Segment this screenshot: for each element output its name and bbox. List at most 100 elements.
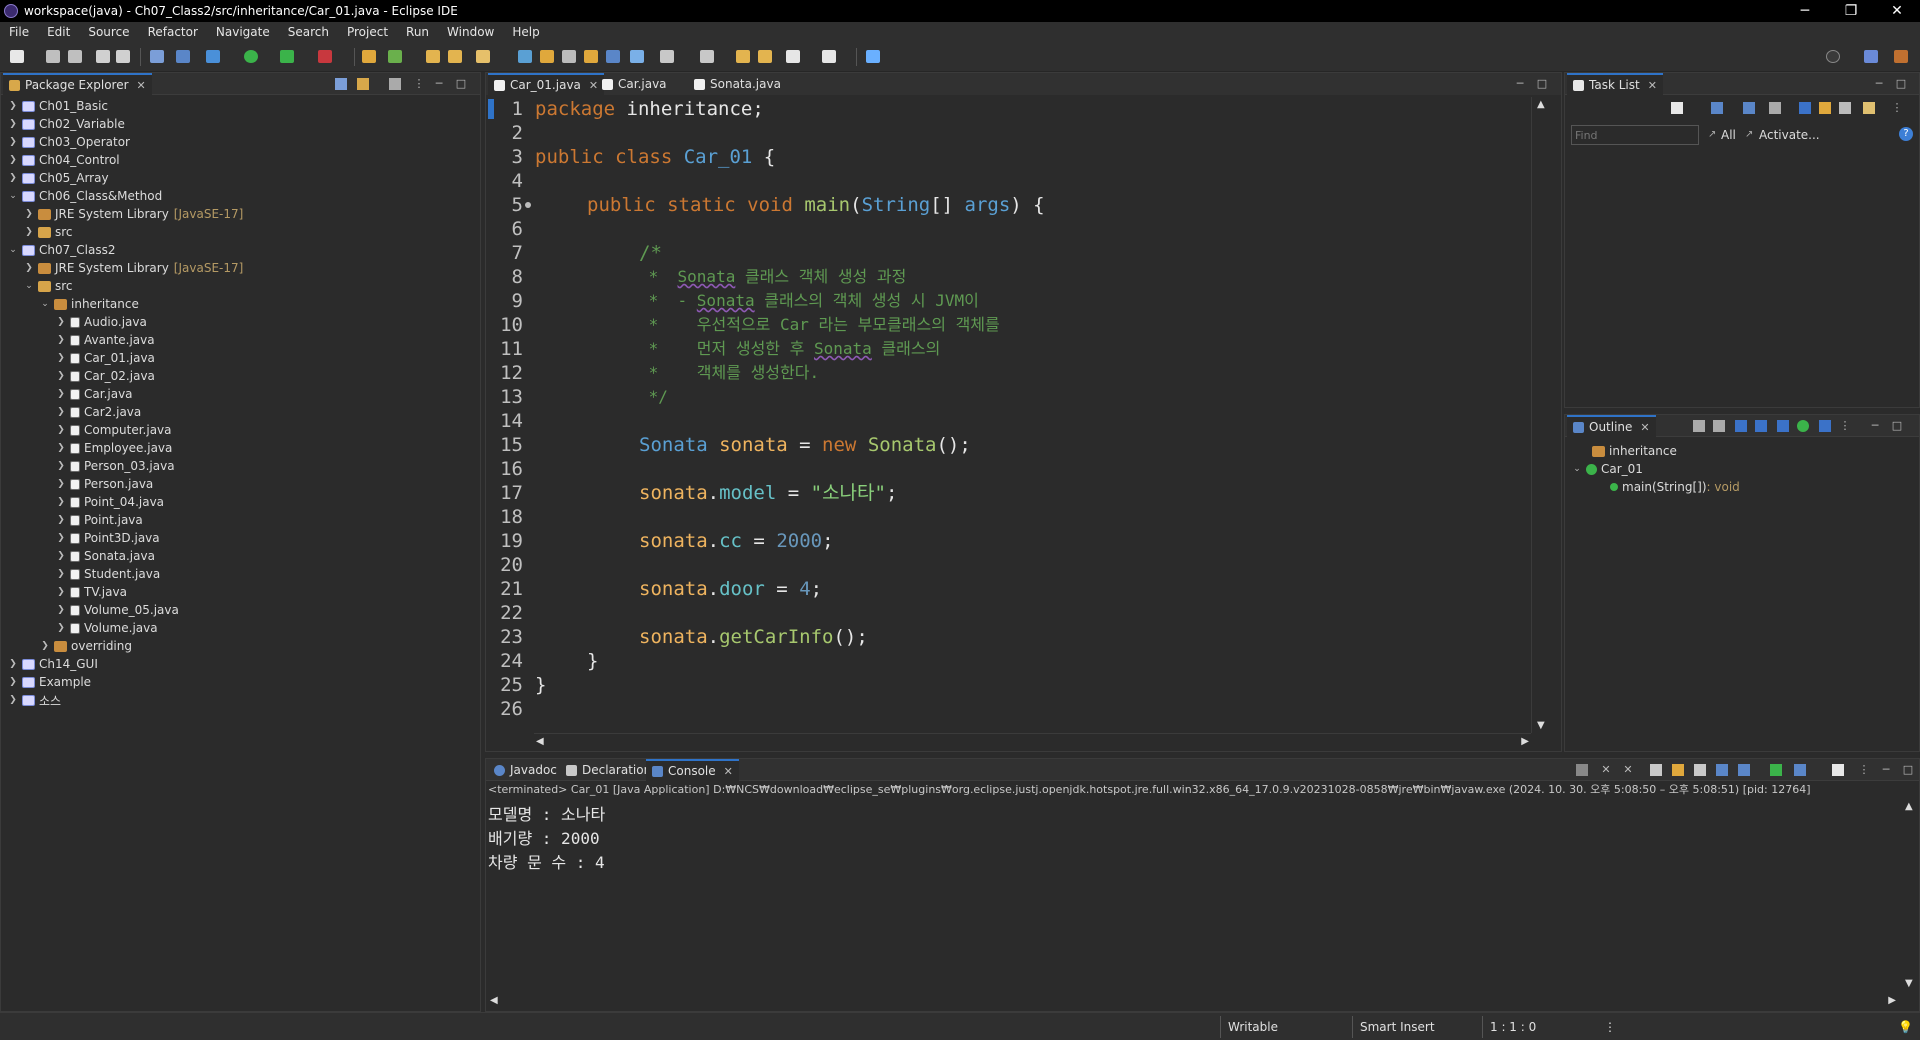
chevron-right-icon[interactable]: ❯ — [55, 335, 67, 345]
clear-console-icon[interactable] — [1650, 764, 1662, 776]
menu-navigate[interactable]: Navigate — [207, 25, 279, 39]
chevron-right-icon[interactable]: ❯ — [55, 371, 67, 381]
menu-run[interactable]: Run — [397, 25, 438, 39]
remove-launch-icon[interactable]: ✕ — [1600, 764, 1612, 776]
view-menu-icon[interactable]: ⋮ — [1858, 764, 1870, 776]
skip-breakpoints-icon[interactable] — [176, 50, 190, 63]
tree-item-file[interactable]: ❯ Car_02.java — [55, 367, 155, 385]
forward-edit-icon[interactable] — [758, 50, 772, 63]
chevron-right-icon[interactable]: ❯ — [23, 209, 35, 219]
editor-horizontal-scrollbar[interactable]: ◀ ▶ — [534, 733, 1531, 751]
tree-item-file[interactable]: ❯ Employee.java — [55, 439, 172, 457]
tree-item-file[interactable]: ❯ Person_03.java — [55, 457, 174, 475]
tab-outline[interactable]: Outline ✕ — [1567, 415, 1656, 437]
show-whitespace-icon[interactable] — [584, 50, 598, 63]
word-wrap-icon[interactable] — [606, 50, 620, 63]
link-editor-icon[interactable] — [1819, 420, 1831, 432]
menu-refactor[interactable]: Refactor — [139, 25, 207, 39]
scroll-down-icon[interactable]: ▼ — [1905, 978, 1913, 989]
terminate-icon[interactable] — [1576, 764, 1588, 776]
filter-icon[interactable] — [1769, 102, 1781, 114]
tab-car[interactable]: Car.java — [596, 73, 673, 95]
chevron-right-icon[interactable]: ❯ — [55, 479, 67, 489]
chevron-right-icon[interactable]: ❯ — [7, 173, 19, 183]
chevron-right-icon[interactable]: ❯ — [55, 389, 67, 399]
sort-icon[interactable] — [1693, 420, 1705, 432]
tree-item-jre-library[interactable]: ❯ JRE System Library [JavaSE-17] — [23, 259, 243, 277]
chevron-right-icon[interactable]: ❯ — [55, 497, 67, 507]
minimize-icon[interactable]: ─ — [1873, 78, 1885, 90]
chevron-right-icon[interactable]: ❯ — [55, 443, 67, 453]
find-input[interactable] — [1571, 125, 1699, 145]
chevron-down-icon[interactable]: ⌄ — [1571, 464, 1583, 474]
outline-item-method[interactable]: main(String[]) : void — [1607, 478, 1740, 496]
chevron-right-icon[interactable]: ❯ — [23, 263, 35, 273]
save-icon[interactable] — [46, 50, 60, 63]
tree-item-file[interactable]: ❯ Volume.java — [55, 619, 157, 637]
chevron-right-icon[interactable]: ❯ — [55, 407, 67, 417]
undo-icon[interactable] — [96, 50, 110, 63]
tree-item-file[interactable]: ❯ TV.java — [55, 583, 127, 601]
terminal-icon[interactable] — [150, 50, 164, 63]
toggle-mark-icon[interactable] — [518, 50, 532, 63]
tree-item-file[interactable]: ❯ Student.java — [55, 565, 160, 583]
hide-fields-icon[interactable] — [1713, 420, 1725, 432]
lightbulb-icon[interactable]: 💡 — [1898, 1020, 1913, 1034]
run-icon[interactable] — [244, 50, 258, 63]
tree-item-ch05-array[interactable]: ❯ Ch05_Array — [7, 169, 108, 187]
collapse-all-icon[interactable] — [1839, 102, 1851, 114]
last-edit-icon[interactable] — [736, 50, 750, 63]
maximize-icon[interactable]: □ — [455, 78, 467, 90]
chevron-right-icon[interactable]: ❯ — [7, 137, 19, 147]
categorized-icon[interactable] — [1711, 102, 1723, 114]
tree-item-ch04-control[interactable]: ❯ Ch04_Control — [7, 151, 119, 169]
sort-icon[interactable] — [1819, 102, 1831, 114]
back-icon[interactable] — [786, 50, 800, 63]
forward-icon[interactable] — [822, 50, 836, 63]
chevron-right-icon[interactable]: ❯ — [23, 227, 35, 237]
tree-item-ch01-basic[interactable]: ❯ Ch01_Basic — [7, 97, 108, 115]
pin-console-icon[interactable] — [1770, 764, 1782, 776]
open-task-icon[interactable] — [448, 50, 462, 63]
maximize-icon[interactable]: □ — [1902, 764, 1914, 776]
outline-item-package[interactable]: inheritance — [1589, 442, 1677, 460]
tree-item-file[interactable]: ❯ Audio.java — [55, 313, 147, 331]
scroll-down-icon[interactable]: ▼ — [1537, 720, 1545, 731]
tree-item-ch06-class-method[interactable]: ⌄ Ch06_Class&Method — [7, 187, 162, 205]
synchronize-icon[interactable] — [1863, 102, 1875, 114]
tab-javadoc[interactable]: Javadoc — [488, 759, 563, 781]
scheduled-icon[interactable] — [1743, 102, 1755, 114]
new-package-icon[interactable] — [388, 50, 402, 63]
prev-annotation-icon[interactable] — [700, 50, 714, 63]
chevron-right-icon[interactable]: ❯ — [7, 677, 19, 687]
chevron-right-icon[interactable]: ❯ — [39, 641, 51, 651]
scroll-right-icon[interactable]: ▶ — [1888, 995, 1896, 1006]
close-icon[interactable]: ✕ — [1648, 79, 1657, 92]
hide-completed-icon[interactable] — [1799, 102, 1811, 114]
outline-item-class[interactable]: ⌄ Car_01 — [1571, 460, 1643, 478]
tree-item-file[interactable]: ❯ Computer.java — [55, 421, 171, 439]
tree-item-ch07-class2[interactable]: ⌄ Ch07_Class2 — [7, 241, 115, 259]
editor-vertical-scrollbar[interactable]: ▲ ▼ — [1531, 97, 1551, 733]
new-task-icon[interactable] — [1671, 102, 1683, 114]
show-stdout-icon[interactable] — [1716, 764, 1728, 776]
menu-help[interactable]: Help — [503, 25, 548, 39]
menu-window[interactable]: Window — [438, 25, 503, 39]
chevron-right-icon[interactable]: ❯ — [7, 155, 19, 165]
new-java-project-icon[interactable] — [362, 50, 376, 63]
tree-item-ch14-gui[interactable]: ❯ Ch14_GUI — [7, 655, 98, 673]
pilcrow-icon[interactable] — [630, 50, 644, 63]
java-perspective-icon[interactable] — [1894, 50, 1908, 63]
maximize-icon[interactable]: □ — [1536, 78, 1548, 90]
tab-task-list[interactable]: Task List ✕ — [1567, 73, 1663, 95]
external-tools-icon[interactable] — [318, 50, 332, 63]
chevron-right-icon[interactable]: ❯ — [55, 569, 67, 579]
save-all-icon[interactable] — [68, 50, 82, 63]
tree-item-source-project[interactable]: ❯ 소스 — [7, 691, 61, 709]
chevron-right-icon[interactable]: ❯ — [55, 605, 67, 615]
tab-sonata[interactable]: Sonata.java — [688, 73, 787, 95]
chevron-right-icon[interactable]: ❯ — [7, 659, 19, 669]
console-output[interactable]: 모델명 : 소나타 배기량 : 2000 차량 문 수 : 4 — [486, 803, 605, 875]
chevron-right-icon[interactable]: ❯ — [55, 587, 67, 597]
show-stderr-icon[interactable] — [1738, 764, 1750, 776]
